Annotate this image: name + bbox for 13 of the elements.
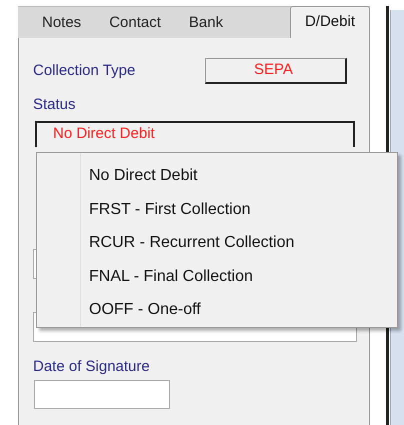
menu-item[interactable]: FNAL - Final Collection xyxy=(89,260,294,293)
menu-item[interactable]: No Direct Debit xyxy=(89,159,294,192)
menu-item[interactable]: RCUR - Recurrent Collection xyxy=(89,226,294,260)
tab[interactable]: Contact xyxy=(95,8,175,38)
tab[interactable]: Bank xyxy=(174,8,238,38)
field-label: Date of Signature xyxy=(33,356,151,376)
menu-item[interactable]: FRST - First Collection xyxy=(89,192,294,226)
field-label: Status xyxy=(33,95,77,115)
tab[interactable]: Notes xyxy=(18,8,96,38)
date-field[interactable] xyxy=(34,380,170,409)
field-label: Collection Type xyxy=(33,60,136,81)
tab[interactable]: D/Debit xyxy=(290,6,370,38)
menu-item[interactable]: OOFF - One-off xyxy=(89,293,294,326)
